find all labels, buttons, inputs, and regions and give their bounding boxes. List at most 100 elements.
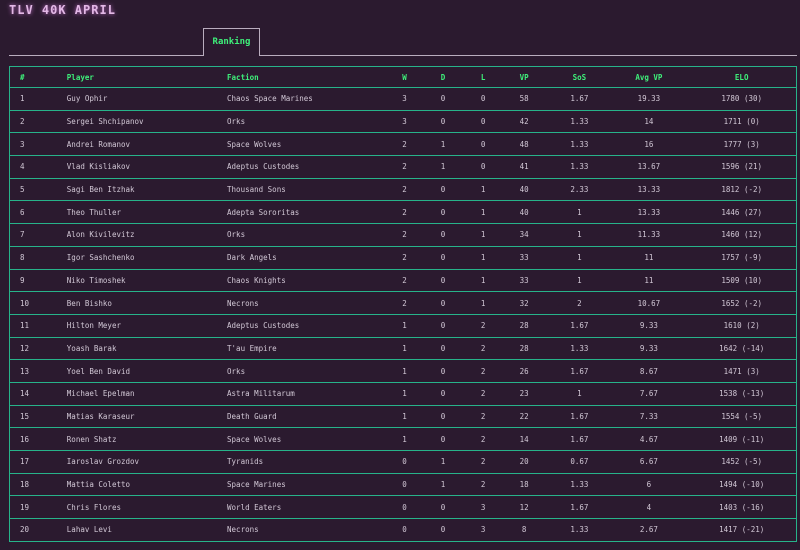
cell-elo: 1538 (-13)	[687, 381, 797, 406]
cell-elo: 1711 (0)	[687, 109, 797, 134]
cell-player: Alon Kivilevitz	[66, 223, 228, 247]
cell-sos: 1.33	[548, 472, 611, 497]
table-row: 20 Lahav Levi Necrons 0 0 3 8 1.33 2.67 1417 (-21…	[9, 518, 797, 542]
cell-losses: 3	[466, 518, 500, 542]
column-header-sos[interactable]: SoS	[548, 66, 611, 88]
cell-losses: 1	[466, 291, 500, 315]
cell-player: Guy Ophir	[66, 87, 228, 111]
cell-faction: Thousand Sons	[227, 177, 390, 202]
cell-elo: 1642 (-14)	[687, 336, 797, 361]
table-row: 4 Vlad Kisliakov Adeptus Custodes 2 1 0 41 1.33…	[9, 155, 797, 179]
cell-victory-points: 8	[499, 518, 549, 542]
column-header-faction[interactable]: Faction	[227, 66, 390, 88]
cell-wins: 0	[389, 518, 420, 542]
cell-avg-vp: 11	[610, 245, 688, 270]
cell-wins: 1	[389, 336, 420, 361]
cell-sos: 1	[548, 381, 611, 406]
cell-avg-vp: 2.67	[610, 518, 688, 542]
cell-player: Niko Timoshek	[66, 268, 228, 293]
cell-player: Yoash Barak	[66, 336, 228, 361]
cell-rank: 15	[9, 404, 67, 429]
cell-faction: Chaos Knights	[227, 268, 390, 293]
cell-wins: 3	[389, 87, 420, 111]
cell-faction: Astra Militarum	[227, 381, 390, 406]
cell-draws: 0	[419, 291, 467, 315]
cell-player: Ronen Shatz	[66, 427, 228, 451]
cell-losses: 1	[466, 177, 500, 202]
cell-avg-vp: 7.33	[610, 404, 688, 429]
cell-wins: 1	[389, 359, 420, 383]
cell-wins: 2	[389, 177, 420, 202]
cell-draws: 0	[419, 223, 467, 247]
cell-draws: 0	[419, 109, 467, 134]
cell-victory-points: 14	[499, 427, 549, 451]
tab-ranking[interactable]: Ranking	[203, 28, 260, 56]
column-header-draws[interactable]: D	[419, 66, 467, 88]
cell-wins: 2	[389, 268, 420, 293]
cell-avg-vp: 14	[610, 109, 688, 134]
cell-avg-vp: 9.33	[610, 313, 688, 338]
table-row: 17 Iaroslav Grozdov Tyranids 0 1 2 20 0.67 6.67 1…	[9, 450, 797, 474]
cell-draws: 0	[419, 495, 467, 520]
cell-player: Ben Bishko	[66, 291, 228, 315]
cell-rank: 5	[9, 177, 67, 202]
column-header-avg-vp[interactable]: Avg VP	[610, 66, 688, 88]
column-header-victory-points[interactable]: VP	[499, 66, 549, 88]
cell-elo: 1554 (-5)	[687, 404, 797, 429]
cell-sos: 2	[548, 291, 611, 315]
cell-rank: 10	[9, 291, 67, 315]
column-header-rank[interactable]: #	[9, 66, 67, 88]
cell-victory-points: 40	[499, 200, 549, 225]
cell-rank: 8	[9, 245, 67, 270]
table-row: 16 Ronen Shatz Space Wolves 1 0 2 14 1.67 4.67 14…	[9, 427, 797, 451]
cell-draws: 0	[419, 87, 467, 111]
cell-faction: Adepta Sororitas	[227, 200, 390, 225]
cell-elo: 1452 (-5)	[687, 450, 797, 474]
cell-draws: 0	[419, 381, 467, 406]
cell-elo: 1610 (2)	[687, 313, 797, 338]
cell-faction: Space Marines	[227, 472, 390, 497]
cell-wins: 2	[389, 223, 420, 247]
cell-rank: 13	[9, 359, 67, 383]
cell-faction: Chaos Space Marines	[227, 87, 390, 111]
cell-losses: 2	[466, 404, 500, 429]
cell-victory-points: 22	[499, 404, 549, 429]
cell-faction: Orks	[227, 223, 390, 247]
cell-wins: 2	[389, 155, 420, 179]
table-row: 5 Sagi Ben Itzhak Thousand Sons 2 0 1 40 2.33 13…	[9, 177, 797, 202]
cell-rank: 20	[9, 518, 67, 542]
table-header-row: # Player Faction W D L VP SoS Avg VP ELO	[9, 66, 797, 88]
cell-draws: 0	[419, 245, 467, 270]
column-header-player[interactable]: Player	[66, 66, 228, 88]
cell-losses: 1	[466, 268, 500, 293]
cell-wins: 0	[389, 495, 420, 520]
table-row: 14 Michael Epelman Astra Militarum 1 0 2 23 1 7.…	[9, 381, 797, 406]
cell-draws: 1	[419, 132, 467, 157]
column-header-wins[interactable]: W	[389, 66, 420, 88]
cell-wins: 2	[389, 245, 420, 270]
cell-draws: 0	[419, 177, 467, 202]
app-title: TLV 40K APRIL	[9, 3, 116, 17]
cell-avg-vp: 10.67	[610, 291, 688, 315]
cell-rank: 7	[9, 223, 67, 247]
cell-rank: 3	[9, 132, 67, 157]
cell-sos: 0.67	[548, 450, 611, 474]
cell-rank: 9	[9, 268, 67, 293]
cell-faction: World Eaters	[227, 495, 390, 520]
table-row: 10 Ben Bishko Necrons 2 0 1 32 2 10.67 1652 (-2)	[9, 291, 797, 315]
cell-faction: Orks	[227, 109, 390, 134]
column-header-losses[interactable]: L	[466, 66, 500, 88]
cell-faction: Tyranids	[227, 450, 390, 474]
cell-avg-vp: 13.33	[610, 200, 688, 225]
cell-rank: 18	[9, 472, 67, 497]
cell-avg-vp: 16	[610, 132, 688, 157]
column-header-elo[interactable]: ELO	[687, 66, 797, 88]
cell-player: Hilton Meyer	[66, 313, 228, 338]
cell-victory-points: 23	[499, 381, 549, 406]
cell-elo: 1652 (-2)	[687, 291, 797, 315]
cell-sos: 1.33	[548, 109, 611, 134]
cell-losses: 0	[466, 109, 500, 134]
cell-player: Yoel Ben David	[66, 359, 228, 383]
cell-losses: 2	[466, 427, 500, 451]
cell-victory-points: 28	[499, 313, 549, 338]
